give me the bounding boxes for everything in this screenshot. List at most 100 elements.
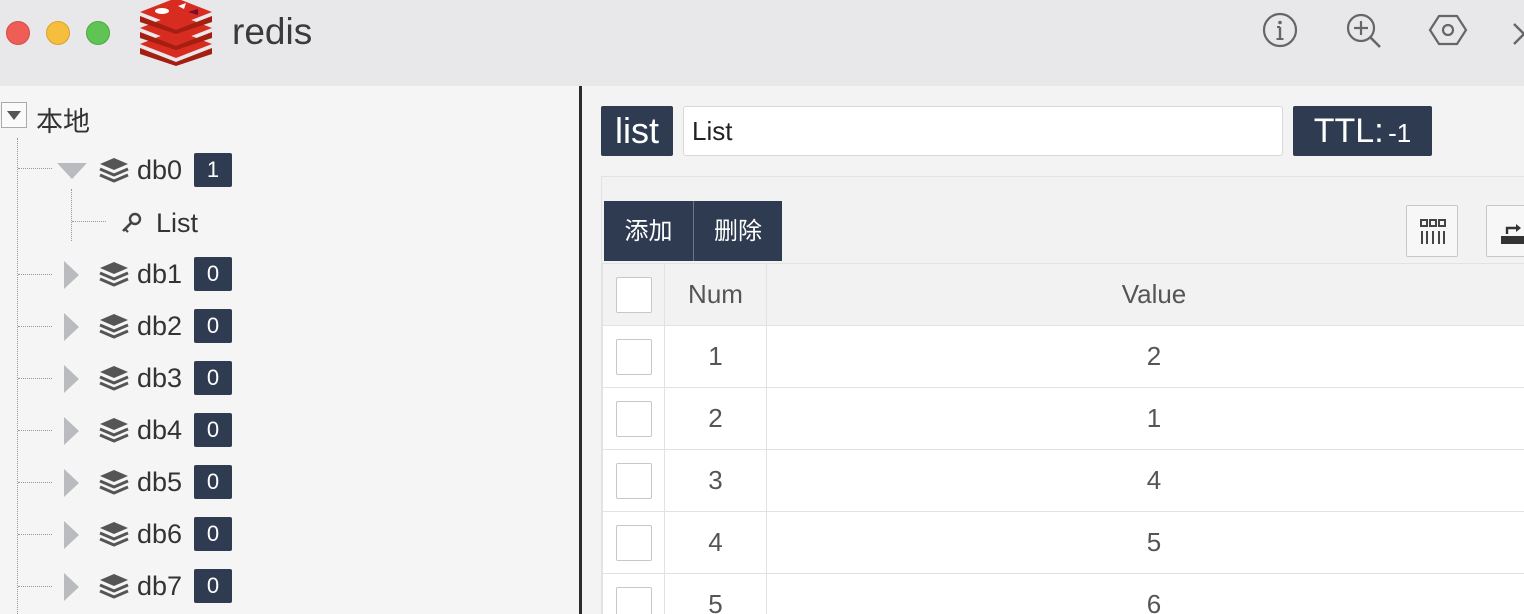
zoom-in-icon[interactable] [1343, 10, 1383, 50]
key-name-input[interactable] [683, 106, 1283, 156]
key-type-badge: list [601, 106, 673, 156]
key-count-badge: 0 [194, 309, 232, 343]
collapsed-arrow-icon[interactable] [64, 469, 79, 497]
row-select-cell [602, 325, 665, 388]
db-label: db6 [137, 519, 183, 549]
key-count-badge: 0 [194, 569, 232, 603]
row-checkbox[interactable] [615, 524, 652, 561]
window-maximize-button[interactable] [86, 21, 110, 45]
row-checkbox[interactable] [615, 400, 652, 437]
columns-toggle-button[interactable] [1406, 205, 1458, 257]
row-checkbox[interactable] [615, 462, 652, 499]
key-label: List [156, 208, 199, 238]
database-icon [99, 314, 129, 339]
select-all-checkbox[interactable] [615, 276, 652, 313]
list-values-table: Num Value 1 2 2 1 3 4 4 5 5 6 [602, 263, 1524, 614]
collapse-toggle-icon[interactable] [1, 102, 27, 128]
ttl-badge: TTL: -1 [1293, 106, 1432, 156]
database-icon [99, 158, 129, 183]
tree-item-db6[interactable]: db6 0 [0, 517, 579, 557]
num-cell: 3 [664, 449, 767, 512]
connection-tree: 本地 db0 1 List db1 0 db2 0 db3 0 db4 0 db… [0, 86, 579, 614]
table-row[interactable]: 2 1 [602, 387, 1524, 450]
tree-item-db5[interactable]: db5 0 [0, 465, 579, 505]
window-close-button[interactable] [6, 21, 30, 45]
export-icon [1501, 224, 1524, 244]
key-count-badge: 0 [194, 361, 232, 395]
select-all-cell [602, 263, 665, 326]
tree-item-db7[interactable]: db7 0 [0, 569, 579, 609]
tree-item-db4[interactable]: db4 0 [0, 413, 579, 453]
collapsed-arrow-icon[interactable] [64, 521, 79, 549]
db-label: db4 [137, 415, 183, 445]
collapsed-arrow-icon[interactable] [64, 261, 79, 289]
tree-item-db1[interactable]: db1 0 [0, 257, 579, 297]
table-row[interactable]: 5 6 [602, 573, 1524, 614]
num-cell: 2 [664, 387, 767, 450]
add-button[interactable]: 添加 [604, 201, 693, 261]
table-header-row: Num Value [602, 263, 1524, 326]
key-count-badge: 0 [194, 257, 232, 291]
collapsed-arrow-icon[interactable] [64, 313, 79, 341]
key-detail-panel: list TTL: -1 添加 删除 [582, 86, 1524, 614]
redis-logo-icon [136, 0, 216, 66]
tree-item-db0[interactable]: db0 1 [0, 153, 579, 193]
tree-item-key-list[interactable]: List [0, 205, 579, 245]
tree-item-db3[interactable]: db3 0 [0, 361, 579, 401]
db-label: db7 [137, 571, 183, 601]
tree-item-db2[interactable]: db2 0 [0, 309, 579, 349]
window-minimize-button[interactable] [46, 21, 70, 45]
action-buttons: 添加 删除 [604, 201, 782, 261]
num-cell: 4 [664, 511, 767, 574]
collapsed-arrow-icon[interactable] [64, 573, 79, 601]
table-row[interactable]: 3 4 [602, 449, 1524, 512]
num-cell: 1 [664, 325, 767, 388]
collapsed-arrow-icon[interactable] [64, 365, 79, 393]
table-row[interactable]: 4 5 [602, 511, 1524, 574]
key-count-badge: 0 [194, 465, 232, 499]
database-icon [99, 522, 129, 547]
column-header-num[interactable]: Num [664, 263, 767, 326]
value-cell[interactable]: 2 [766, 325, 1524, 388]
collapsed-arrow-icon[interactable] [64, 417, 79, 445]
list-values-panel: 添加 删除 Num Value 1 2 2 1 3 4 4 5 5 6 [601, 176, 1524, 614]
row-select-cell [602, 511, 665, 574]
root-label: 本地 [36, 107, 90, 138]
db-label: db2 [137, 311, 183, 341]
expanded-arrow-icon[interactable] [57, 163, 87, 179]
title-bar: redis [0, 0, 1524, 86]
db-label: db0 [137, 155, 183, 185]
expand-icon[interactable] [1508, 10, 1524, 50]
settings-hex-icon[interactable] [1428, 10, 1468, 50]
export-button[interactable] [1486, 205, 1524, 257]
ttl-value: -1 [1388, 118, 1412, 148]
key-icon [122, 212, 142, 233]
info-icon[interactable] [1260, 10, 1300, 50]
num-cell: 5 [664, 573, 767, 614]
db-label: db5 [137, 467, 183, 497]
value-cell[interactable]: 1 [766, 387, 1524, 450]
row-checkbox[interactable] [615, 586, 652, 614]
row-select-cell [602, 573, 665, 614]
row-select-cell [602, 449, 665, 512]
database-icon [99, 366, 129, 391]
key-count-badge: 0 [194, 517, 232, 551]
db-label: db1 [137, 259, 183, 289]
key-count-badge: 0 [194, 413, 232, 447]
value-cell[interactable]: 6 [766, 573, 1524, 614]
column-header-value[interactable]: Value [766, 263, 1524, 326]
database-icon [99, 574, 129, 599]
delete-button[interactable]: 删除 [693, 201, 782, 261]
table-row[interactable]: 1 2 [602, 325, 1524, 388]
database-icon [99, 262, 129, 287]
value-cell[interactable]: 4 [766, 449, 1524, 512]
row-checkbox[interactable] [615, 338, 652, 375]
ttl-label: TTL: [1313, 112, 1384, 150]
row-select-cell [602, 387, 665, 450]
db-label: db3 [137, 363, 183, 393]
key-count-badge: 1 [194, 153, 232, 187]
columns-icon [1420, 219, 1446, 244]
value-cell[interactable]: 5 [766, 511, 1524, 574]
database-icon [99, 470, 129, 495]
app-title: redis [232, 11, 313, 52]
